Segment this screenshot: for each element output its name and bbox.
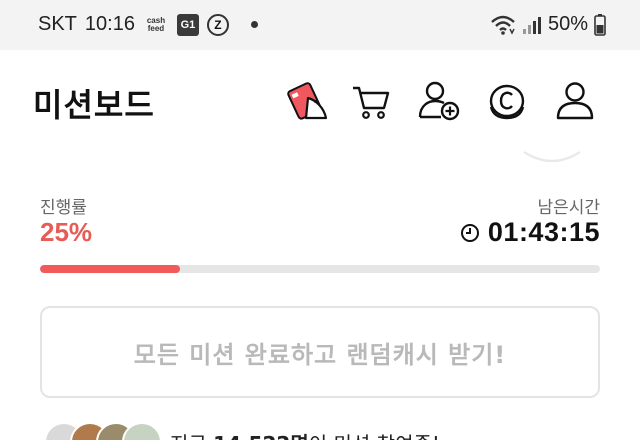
page-title: 미션보드 bbox=[33, 86, 155, 124]
status-bar: SKT 10:16 cash feed G1 Z 50% bbox=[0, 0, 640, 50]
g1-notification-icon: G1 bbox=[176, 13, 199, 36]
claim-random-cash-label: 모든 미션 완료하고 랜덤캐시 받기! bbox=[133, 340, 507, 369]
progress-bar-fill bbox=[40, 265, 180, 273]
more-notifications-dot-icon bbox=[250, 21, 258, 28]
add-friend-icon bbox=[418, 81, 460, 121]
shop-cart-button[interactable] bbox=[348, 78, 394, 124]
cart-icon bbox=[353, 86, 390, 119]
participant-avatars bbox=[44, 422, 162, 440]
wifi-icon bbox=[491, 15, 515, 35]
avatar bbox=[122, 422, 162, 440]
participants-prefix: 지금 bbox=[170, 432, 207, 440]
battery-percent: 50% bbox=[547, 13, 588, 35]
progress-label: 진행률 bbox=[40, 198, 87, 218]
mission-card-icon bbox=[287, 82, 328, 120]
cashfeed-notification-icon: cash feed bbox=[143, 16, 169, 33]
carrier-label: SKT bbox=[38, 13, 77, 35]
mission-card-button[interactable] bbox=[284, 78, 330, 124]
remaining-time-label: 남은시간 bbox=[537, 198, 600, 218]
signal-icon bbox=[522, 16, 541, 34]
status-left: SKT 10:16 cash feed G1 Z bbox=[38, 13, 258, 36]
clock: 10:16 bbox=[84, 13, 135, 35]
z-notification-icon: Z bbox=[206, 13, 229, 36]
participants-text: 지금 14,522명이 미션 참여중! bbox=[170, 428, 440, 440]
invite-friend-button[interactable] bbox=[416, 78, 462, 124]
progress-bar bbox=[40, 265, 600, 273]
status-right: 50% bbox=[490, 13, 606, 36]
participants-count: 14,522명 bbox=[213, 432, 309, 440]
participants-suffix: 이 미션 참여중! bbox=[309, 432, 440, 440]
clock-icon bbox=[460, 223, 479, 242]
carousel-edge-shape bbox=[523, 150, 581, 162]
claim-random-cash-button[interactable]: 모든 미션 완료하고 랜덤캐시 받기! bbox=[40, 306, 600, 398]
remaining-time-value: 01:43:15 bbox=[487, 217, 600, 247]
cashfeed-line2: feed bbox=[147, 23, 165, 33]
battery-icon bbox=[594, 13, 606, 36]
remaining-timer: 01:43:15 bbox=[460, 217, 600, 248]
progress-percent: 25% bbox=[40, 217, 93, 247]
